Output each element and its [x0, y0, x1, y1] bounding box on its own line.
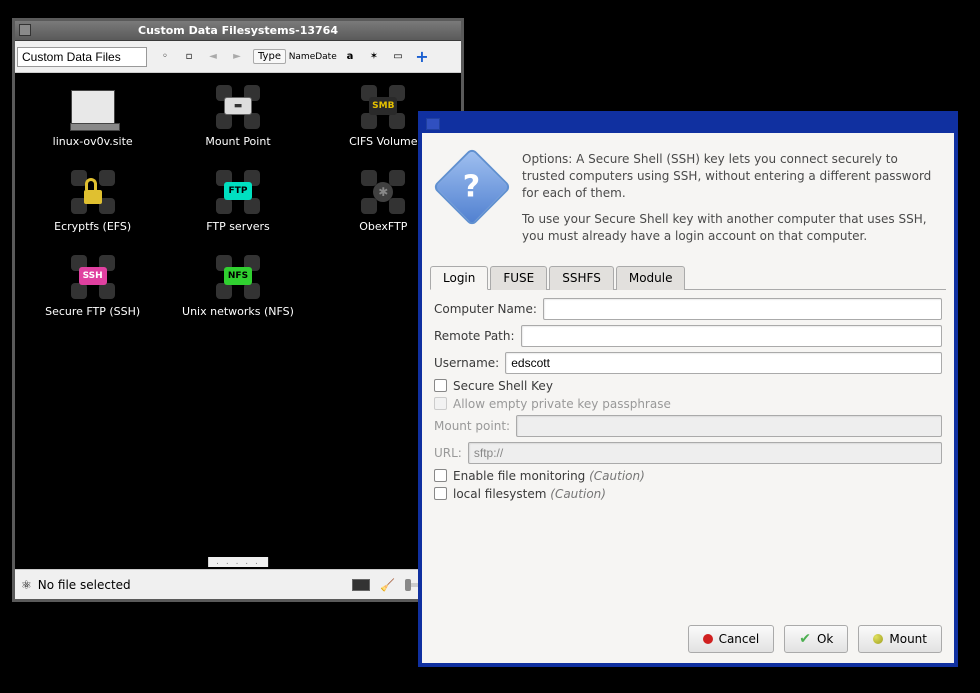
smb-icon: SMB — [359, 83, 407, 131]
toolbar-back-icon[interactable]: ◄ — [205, 49, 221, 65]
toolbar-fwd-icon[interactable]: ► — [229, 49, 245, 65]
status-monitor-icon[interactable] — [352, 579, 370, 591]
fs-item-computer[interactable]: linux-ov0v.site — [25, 83, 160, 148]
question-icon: ? — [436, 151, 508, 223]
tab-sshfs[interactable]: SSHFS — [549, 266, 614, 290]
fs-item-label: FTP servers — [206, 220, 270, 233]
url-input — [468, 442, 942, 464]
statusbar: ⚛ No file selected 🧹 — [15, 569, 461, 599]
mount-button[interactable]: Mount — [858, 625, 942, 653]
toolbar-icon-2[interactable]: ▫ — [181, 49, 197, 65]
icon-area: linux-ov0v.site ▬ Mount Point SMB CIFS Volum… — [15, 73, 461, 553]
mount-dot-icon — [873, 634, 883, 644]
name-button[interactable]: Name — [294, 49, 310, 65]
nfs-icon: NFS — [214, 253, 262, 301]
local-fs-checkbox[interactable] — [434, 487, 447, 500]
tab-login[interactable]: Login — [430, 266, 488, 290]
enable-monitoring-label: Enable file monitoring (Caution) — [453, 469, 645, 483]
computer-name-label: Computer Name: — [434, 302, 537, 316]
fs-item-nfs[interactable]: NFS Unix networks (NFS) — [170, 253, 305, 318]
fs-item-label: linux-ov0v.site — [53, 135, 133, 148]
fs-item-label: CIFS Volume — [349, 135, 417, 148]
toolbar: ◦ ▫ ◄ ► Type Name Date a ✶ ▭ + — [15, 41, 461, 73]
titlebar[interactable]: Custom Data Filesystems-13764 — [15, 21, 461, 41]
tab-module[interactable]: Module — [616, 266, 686, 290]
font-a-icon[interactable]: a — [342, 49, 358, 65]
secure-shell-key-checkbox[interactable] — [434, 379, 447, 392]
fs-item-label: Unix networks (NFS) — [182, 305, 294, 318]
fs-item-lock[interactable]: Ecryptfs (EFS) — [25, 168, 160, 233]
fs-item-label: Mount Point — [205, 135, 270, 148]
secure-shell-key-label: Secure Shell Key — [453, 379, 553, 393]
allow-empty-label: Allow empty private key passphrase — [453, 397, 671, 411]
help-text: Options: A Secure Shell (SSH) key lets y… — [522, 151, 940, 255]
plus-icon[interactable]: + — [414, 49, 430, 65]
username-input[interactable] — [505, 352, 942, 374]
main-window: Custom Data Filesystems-13764 ◦ ▫ ◄ ► Ty… — [12, 18, 464, 602]
mount-point-input — [516, 415, 942, 437]
window-title: Custom Data Filesystems-13764 — [138, 24, 338, 37]
star-icon[interactable]: ✶ — [366, 49, 382, 65]
dialog-window: ? Options: A Secure Shell (SSH) key lets… — [418, 111, 958, 667]
lock-icon — [69, 168, 117, 216]
window-menu-button[interactable] — [19, 24, 31, 36]
fs-item-label: Secure FTP (SSH) — [45, 305, 140, 318]
computer-name-input[interactable] — [543, 298, 942, 320]
status-icon: ⚛ — [21, 578, 32, 592]
status-text: No file selected — [38, 578, 131, 592]
cancel-dot-icon — [703, 634, 713, 644]
allow-empty-checkbox — [434, 397, 447, 410]
dialog-titlebar[interactable] — [422, 115, 954, 133]
resize-grip[interactable]: . . . . . — [208, 557, 268, 567]
cancel-button[interactable]: Cancel — [688, 625, 775, 653]
mount-point-label: Mount point: — [434, 419, 510, 433]
tab-bar: LoginFUSESSHFSModule — [430, 265, 946, 290]
login-form: Computer Name: Remote Path: Username: Se… — [422, 290, 954, 513]
remote-path-label: Remote Path: — [434, 329, 515, 343]
toolbar-icon-1[interactable]: ◦ — [157, 49, 173, 65]
fs-item-ftp[interactable]: FTP FTP servers — [170, 168, 305, 233]
fs-item-label: ObexFTP — [359, 220, 407, 233]
ok-button[interactable]: ✔ Ok — [784, 625, 848, 653]
type-button[interactable]: Type — [253, 49, 286, 64]
date-button[interactable]: Date — [318, 49, 334, 65]
fs-item-ssh[interactable]: SSH Secure FTP (SSH) — [25, 253, 160, 318]
dialog-menu-button[interactable] — [426, 118, 440, 130]
tab-fuse[interactable]: FUSE — [490, 266, 547, 290]
computer-icon — [69, 83, 117, 131]
username-label: Username: — [434, 356, 499, 370]
status-broom-icon[interactable]: 🧹 — [380, 578, 395, 592]
remote-path-input[interactable] — [521, 325, 942, 347]
fs-item-mount[interactable]: ▬ Mount Point — [170, 83, 305, 148]
fs-item-label: Ecryptfs (EFS) — [54, 220, 131, 233]
ftp-icon: FTP — [214, 168, 262, 216]
url-label: URL: — [434, 446, 462, 460]
mount-icon: ▬ — [214, 83, 262, 131]
path-input[interactable] — [17, 47, 147, 67]
bt-icon: ✱ — [359, 168, 407, 216]
doc-icon[interactable]: ▭ — [390, 49, 406, 65]
enable-monitoring-checkbox[interactable] — [434, 469, 447, 482]
local-fs-label: local filesystem (Caution) — [453, 487, 606, 501]
ssh-icon: SSH — [69, 253, 117, 301]
ok-check-icon: ✔ — [799, 631, 811, 647]
